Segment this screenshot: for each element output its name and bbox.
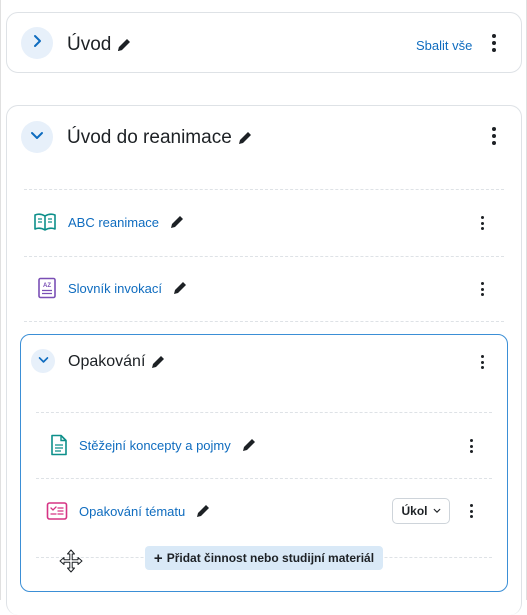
pencil-icon[interactable] <box>150 354 166 370</box>
page-icon <box>48 434 70 456</box>
pencil-icon[interactable] <box>116 37 132 53</box>
activity-link[interactable]: Slovník invokací <box>68 280 188 296</box>
activity-type-label: Úkol <box>401 504 428 518</box>
subsection-title: Opakování <box>68 353 166 371</box>
pencil-icon[interactable] <box>241 437 257 453</box>
activity-link[interactable]: ABC reanimace <box>68 214 185 230</box>
activity-link[interactable]: Opakování tématu <box>79 503 211 519</box>
move-cursor-icon <box>59 549 83 573</box>
lesson-icon <box>46 500 68 522</box>
section-title: Úvod <box>67 34 132 56</box>
pencil-icon[interactable] <box>172 280 188 296</box>
collapse-all-link[interactable]: Sbalit vše <box>416 38 472 53</box>
activity-link[interactable]: Stěžejní koncepty a pojmy <box>79 437 257 453</box>
activity-menu-kebab-icon[interactable] <box>464 439 478 453</box>
pencil-icon[interactable] <box>237 130 253 146</box>
section-uvod: Úvod Sbalit vše <box>6 12 522 73</box>
divider <box>24 256 504 257</box>
subsection-opakovani: Opakování Stěžejní koncepty a pojmy Opak… <box>20 334 508 592</box>
glossary-icon: AZ <box>36 277 58 299</box>
collapse-subsection-toggle[interactable] <box>31 349 55 373</box>
pencil-icon[interactable] <box>195 503 211 519</box>
section-menu-kebab-icon[interactable] <box>487 127 501 145</box>
activity-name[interactable]: Stěžejní koncepty a pojmy <box>79 438 231 453</box>
book-icon <box>34 211 56 233</box>
section-title-text: Úvod do reanimace <box>67 127 232 148</box>
chevron-right-icon <box>30 34 44 53</box>
divider <box>36 412 492 413</box>
divider <box>24 189 504 190</box>
add-activity-button[interactable]: + Přidat činnost nebo studijní materiál <box>145 546 383 570</box>
divider <box>24 321 504 322</box>
plus-icon: + <box>153 549 163 567</box>
subsection-menu-kebab-icon[interactable] <box>475 355 489 369</box>
activity-name[interactable]: Slovník invokací <box>68 281 162 296</box>
pencil-icon[interactable] <box>169 214 185 230</box>
add-activity-label: Přidat činnost nebo studijní materiál <box>166 551 375 565</box>
chevron-down-icon <box>38 352 49 370</box>
subsection-title-text: Opakování <box>68 353 146 370</box>
activity-type-dropdown[interactable]: Úkol <box>392 498 450 524</box>
chevron-down-icon <box>433 504 441 518</box>
svg-text:AZ: AZ <box>43 283 51 289</box>
divider <box>36 478 492 479</box>
expand-section-toggle[interactable] <box>21 27 53 59</box>
activity-menu-kebab-icon[interactable] <box>475 282 489 296</box>
course-content-area: Úvod Sbalit vše Úvod do reanimace ABC re… <box>0 0 527 615</box>
collapse-section-toggle[interactable] <box>21 121 53 153</box>
chevron-down-icon <box>30 128 44 147</box>
section-title-text: Úvod <box>67 34 112 55</box>
activity-menu-kebab-icon[interactable] <box>475 216 489 230</box>
activity-name[interactable]: Opakování tématu <box>79 504 185 519</box>
activity-name[interactable]: ABC reanimace <box>68 215 159 230</box>
section-menu-kebab-icon[interactable] <box>487 34 501 52</box>
activity-menu-kebab-icon[interactable] <box>464 504 478 518</box>
section-title: Úvod do reanimace <box>67 127 253 149</box>
